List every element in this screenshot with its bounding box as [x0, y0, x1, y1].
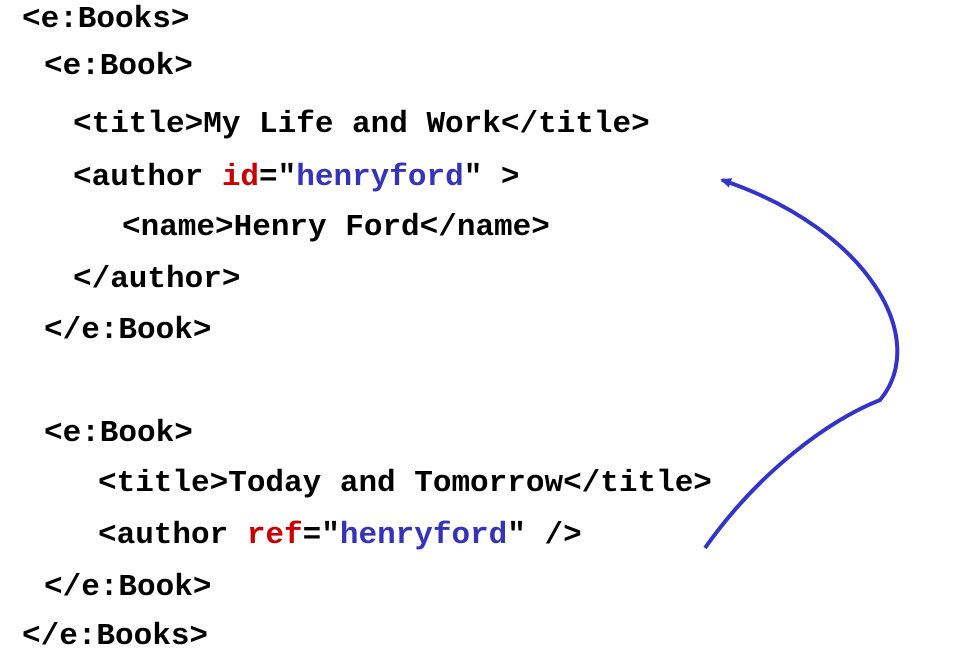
author-close-tag: </author> [73, 262, 241, 297]
name-element: <name>Henry Ford</name> [122, 210, 550, 245]
id-attribute-name: id [221, 160, 260, 195]
ref-attribute-name: ref [246, 518, 303, 553]
attribute-equals-quote: =" [259, 160, 297, 195]
ref-attribute-value: henryford [339, 518, 508, 553]
book-open-tag: <e:Book> [44, 416, 193, 451]
author-tag-end: " /> [507, 518, 582, 553]
book-close-tag: </e:Book> [44, 570, 212, 605]
books-open-tag: <e:Books> [22, 2, 190, 37]
title-element: <title>My Life and Work</title> [73, 107, 650, 142]
book-open-tag: <e:Book> [44, 49, 193, 84]
xml-code-listing: <e:Books> <e:Book> <title>My Life and Wo… [0, 0, 955, 654]
books-close-tag: </e:Books> [22, 619, 209, 654]
author-tag-end: " > [463, 160, 520, 195]
attribute-equals-quote: =" [302, 518, 340, 553]
author-tag-start: <author [73, 160, 222, 195]
author-tag-start: <author [98, 518, 247, 553]
author-ref-line: <author ref="henryford" /> [98, 516, 582, 556]
author-id-line: <author id="henryford" > [73, 158, 520, 198]
book-close-tag: </e:Book> [44, 313, 212, 348]
id-attribute-value: henryford [296, 160, 464, 195]
title-element: <title>Today and Tomorrow</title> [98, 466, 712, 501]
